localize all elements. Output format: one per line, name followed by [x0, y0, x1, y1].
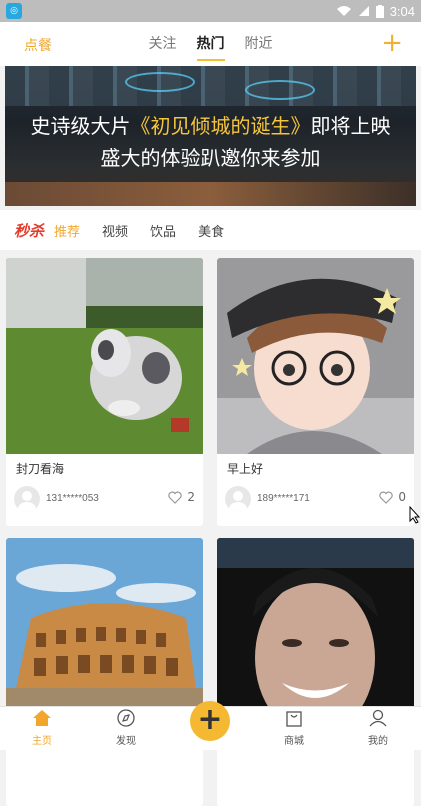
avatar[interactable] — [225, 486, 251, 512]
user-icon — [369, 709, 387, 727]
shopping-bag-icon — [286, 711, 302, 727]
wifi-icon — [336, 6, 351, 16]
nav-mine[interactable]: 我的 — [348, 709, 408, 747]
home-icon — [33, 710, 51, 726]
like-button[interactable]: 2 — [168, 490, 195, 504]
nav-mine-label: 我的 — [368, 736, 388, 747]
heart-icon — [168, 491, 183, 504]
category-food[interactable]: 美食 — [198, 221, 224, 240]
plus-icon: + — [197, 702, 223, 737]
banner-headline-post: 即将上映 — [310, 114, 391, 138]
nav-discover-label: 发现 — [116, 736, 136, 747]
man-smiling-photo — [217, 538, 414, 734]
feed-card[interactable] — [6, 538, 203, 806]
card-username: 131*****053 — [46, 493, 99, 504]
flash-sale-logo[interactable]: 秒杀 — [14, 220, 44, 241]
app-icon: ◎ — [6, 3, 22, 19]
banner-headline-highlight: 《初见倾城的诞生》 — [130, 114, 311, 138]
signal-icon — [358, 6, 369, 16]
nav-home[interactable]: 主页 — [12, 709, 72, 747]
banner-headline-pre: 史诗级大片 — [30, 114, 131, 138]
banner-subline: 盛大的体验趴邀你来参加 — [100, 146, 321, 170]
like-button[interactable]: 0 — [379, 490, 406, 504]
card-title: 封刀看海 — [16, 462, 65, 476]
like-count: 2 — [187, 490, 195, 504]
top-nav: 点餐 关注 热门 附近 + — [0, 22, 421, 66]
status-icons: 3:04 — [336, 0, 415, 22]
nav-mall-label: 商城 — [284, 736, 304, 747]
bottom-nav: 主页 发现 + 商城 我的 — [0, 701, 421, 750]
heart-icon — [379, 491, 394, 504]
banner-light — [125, 72, 195, 92]
banner-light — [245, 80, 315, 100]
tab-nearby[interactable]: 附近 — [245, 33, 273, 61]
feed-card[interactable] — [217, 538, 414, 806]
battery-icon — [375, 4, 384, 18]
nav-discover[interactable]: 发现 — [96, 709, 156, 747]
tab-hot[interactable]: 热门 — [196, 33, 225, 61]
mouse-cursor-icon — [409, 506, 421, 524]
compass-icon — [117, 709, 135, 727]
card-title: 早上好 — [227, 462, 264, 476]
cartoon-boy — [217, 258, 414, 454]
colosseum-photo — [6, 538, 203, 734]
feed-card[interactable]: 早上好 189*****171 0 — [217, 258, 414, 526]
tab-following[interactable]: 关注 — [149, 33, 177, 61]
feed-tabs: 关注 热门 附近 — [0, 33, 421, 61]
category-drinks[interactable]: 饮品 — [150, 221, 176, 240]
clock: 3:04 — [389, 3, 415, 19]
banner-floor — [5, 182, 416, 206]
category-video[interactable]: 视频 — [102, 221, 128, 240]
avatar[interactable] — [14, 486, 40, 512]
category-bar: 秒杀 推荐 视频 饮品 美食 — [0, 210, 421, 250]
feed-card[interactable]: 封刀看海 131*****053 2 — [6, 258, 203, 526]
like-count: 0 — [398, 490, 406, 504]
promo-banner[interactable]: 史诗级大片《初见倾城的诞生》即将上映 盛大的体验趴邀你来参加 — [5, 66, 416, 206]
card-username: 189*****171 — [257, 493, 310, 504]
plus-icon[interactable]: + — [381, 30, 403, 56]
banner-headline: 史诗级大片《初见倾城的诞生》即将上映 — [5, 110, 416, 139]
banner-image — [5, 66, 416, 106]
category-recommend[interactable]: 推荐 — [54, 221, 80, 240]
nav-mall[interactable]: 商城 — [264, 709, 324, 747]
status-bar: ◎ 3:04 — [0, 0, 421, 22]
dog-photo — [6, 258, 203, 454]
nav-home-label: 主页 — [32, 736, 52, 747]
publish-button[interactable]: + — [190, 701, 230, 741]
